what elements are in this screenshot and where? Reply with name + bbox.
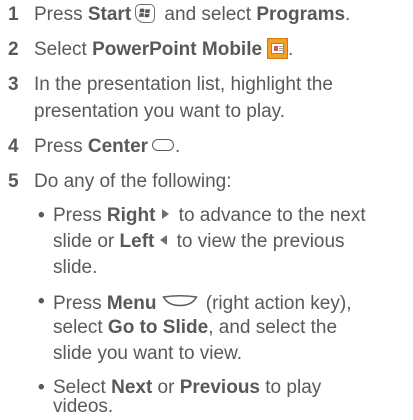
menu-key-label: Menu: [106, 293, 157, 315]
step-2-select: Select: [34, 39, 93, 60]
bullet-1: •: [38, 205, 45, 226]
powerpoint-mobile-icon: [267, 37, 289, 59]
left-arrow-icon: [160, 235, 168, 246]
step-3-line-1: In the presentation list, highlight the: [34, 74, 333, 95]
powerpoint-mobile-label: PowerPoint Mobile: [92, 39, 263, 60]
center-key-label: Center: [87, 136, 149, 157]
step-2-end: .: [288, 39, 294, 60]
sub-item-1-line-1: Press Right to advance to the next: [53, 203, 366, 229]
sub-item-2-line-2: select Go to Slide, and select the: [53, 315, 337, 341]
sub-item-3-line-2: videos.: [53, 396, 114, 417]
step-5-text: Do any of the following:: [34, 171, 232, 192]
menu-key-icon: [162, 289, 199, 315]
sub-item-1-line-2: slide or Left to view the previous: [53, 229, 345, 255]
sub-item-2-line-3: slide you want to view.: [53, 343, 243, 364]
step-4-press: Press: [34, 136, 88, 157]
start-key-icon: [135, 3, 156, 23]
left-key-label: Left: [119, 231, 155, 252]
sub-2-select: select: [53, 317, 108, 338]
step-2-text: Select PowerPoint Mobile.: [34, 37, 293, 63]
step-4-text: Press Center.: [34, 134, 180, 160]
sub-1-press: Press: [53, 205, 107, 226]
sub-2-and-select: , and select the: [208, 317, 338, 338]
step-1-press: Press: [34, 4, 88, 25]
sub-3-or: or: [152, 377, 180, 398]
bullet-3: •: [38, 377, 45, 398]
step-number-2: 2: [8, 39, 19, 60]
step-number-1: 1: [8, 4, 19, 25]
step-number-5: 5: [8, 171, 19, 192]
sub-item-2-line-1: Press Menu (right action key),: [53, 289, 351, 315]
step-1-middle: and select: [159, 4, 257, 25]
step-1-text: Press Start and select Programs.: [34, 2, 350, 28]
sub-2-press: Press: [53, 293, 107, 315]
next-label: Next: [111, 377, 153, 398]
right-key-label: Right: [106, 205, 156, 226]
sub-3-to-play: to play: [260, 377, 322, 398]
sub-1-slide-or: slide or: [53, 231, 120, 252]
step-1-end: .: [345, 4, 351, 25]
instructions-document: 1 Press Start and select Programs. 2 Sel…: [0, 0, 413, 417]
programs-label: Programs: [256, 4, 346, 25]
sub-1-advance: to advance to the next: [173, 205, 366, 226]
sub-2-right-action: (right action key),: [200, 293, 352, 315]
bullet-2: •: [38, 291, 45, 312]
go-to-slide-label: Go to Slide: [107, 317, 209, 338]
step-3-line-2: presentation you want to play.: [34, 101, 286, 122]
previous-label: Previous: [179, 377, 260, 398]
sub-item-1-line-3: slide.: [53, 257, 98, 278]
sub-1-previous: to view the previous: [171, 231, 345, 252]
right-arrow-icon: [162, 209, 170, 220]
step-number-4: 4: [8, 136, 19, 157]
center-key-icon: [152, 139, 175, 152]
step-4-end: .: [175, 136, 181, 157]
step-number-3: 3: [8, 74, 19, 95]
start-key-label: Start: [87, 4, 132, 25]
